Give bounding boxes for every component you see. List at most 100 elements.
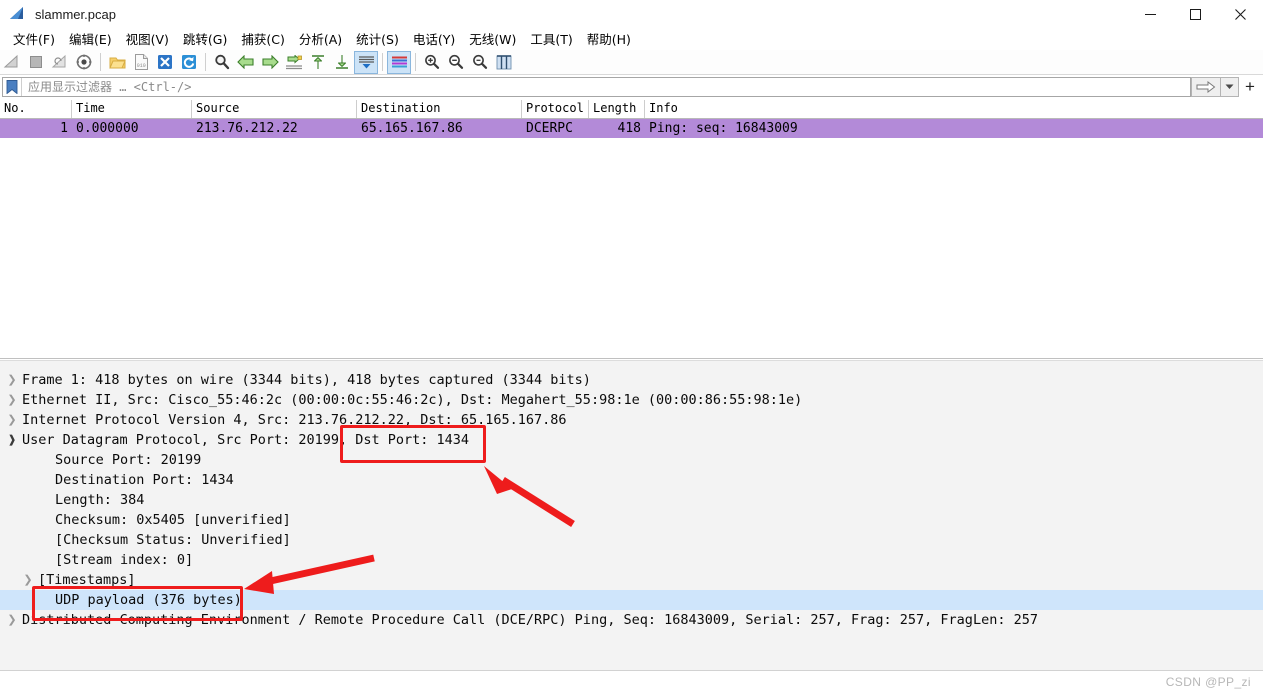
tree-row-label: Internet Protocol Version 4, Src: 213.76… <box>22 412 567 428</box>
find-packet-icon[interactable] <box>210 51 234 74</box>
start-capture-icon[interactable] <box>0 51 24 74</box>
search-input[interactable] <box>22 77 1190 97</box>
tree-row-udp[interactable]: ❱ User Datagram Protocol, Src Port: 2019… <box>0 430 1263 450</box>
tree-row-checksum[interactable]: ❯ Checksum: 0x5405 [unverified] <box>0 510 1263 530</box>
column-header-info[interactable]: Info <box>645 100 1245 118</box>
tree-row-label: Destination Port: 1434 <box>55 472 234 488</box>
display-filter-bar: + <box>0 76 1263 99</box>
chevron-right-icon[interactable]: ❯ <box>4 374 20 386</box>
footer-bar: CSDN @PP_zi <box>0 670 1263 700</box>
column-header-no[interactable]: No. <box>0 100 72 118</box>
restart-capture-icon[interactable] <box>48 51 72 74</box>
reload-icon[interactable] <box>177 51 201 74</box>
menu-view[interactable]: 视图(V) <box>119 27 176 51</box>
tree-row-label: UDP payload (376 bytes) <box>55 592 242 608</box>
go-to-packet-icon[interactable] <box>282 51 306 74</box>
tree-row-dcerpc[interactable]: ❯ Distributed Computing Environment / Re… <box>0 610 1263 630</box>
menu-bar: 文件(F) 编辑(E) 视图(V) 跳转(G) 捕获(C) 分析(A) 统计(S… <box>0 28 1263 50</box>
cell-info: Ping: seq: 16843009 <box>649 121 798 136</box>
resize-columns-icon[interactable] <box>492 51 516 74</box>
zoom-reset-icon[interactable] <box>468 51 492 74</box>
column-header-source[interactable]: Source <box>192 100 357 118</box>
menu-wireless[interactable]: 无线(W) <box>462 27 523 51</box>
menu-telephony[interactable]: 电话(Y) <box>406 27 462 51</box>
tree-row-checksum-status[interactable]: ❯ [Checksum Status: Unverified] <box>0 530 1263 550</box>
tree-row-label: [Checksum Status: Unverified] <box>55 532 291 548</box>
tree-row-source-port[interactable]: ❯ Source Port: 20199 <box>0 450 1263 470</box>
no-twist-icon: ❯ <box>22 515 38 526</box>
display-filter-field[interactable] <box>2 77 1191 97</box>
apply-filter-arrow-icon[interactable] <box>1191 77 1221 97</box>
toolbar-separator <box>415 53 416 71</box>
window-title: slammer.pcap <box>35 6 116 22</box>
column-header-length[interactable]: Length <box>589 100 645 118</box>
tree-row-label: [Timestamps] <box>38 572 136 588</box>
go-forward-icon[interactable] <box>258 51 282 74</box>
tree-row-label: Length: 384 <box>55 492 145 508</box>
cell-no: 1 <box>60 121 68 136</box>
colorize-icon[interactable] <box>387 50 411 74</box>
menu-statistics[interactable]: 统计(S) <box>349 27 406 51</box>
tree-row-label: [Stream index: 0] <box>55 552 194 568</box>
auto-scroll-icon[interactable] <box>354 50 378 74</box>
maximize-button[interactable] <box>1173 0 1218 28</box>
zoom-out-icon[interactable] <box>444 51 468 74</box>
wireshark-fin-icon <box>9 6 27 22</box>
chevron-right-icon[interactable]: ❯ <box>20 574 36 586</box>
cell-time: 0.000000 <box>76 121 139 136</box>
column-header-destination[interactable]: Destination <box>357 100 522 118</box>
stop-capture-icon[interactable] <box>24 51 48 74</box>
no-twist-icon: ❯ <box>22 555 38 566</box>
menu-edit[interactable]: 编辑(E) <box>62 27 119 51</box>
chevron-down-icon[interactable]: ❱ <box>4 434 20 446</box>
tree-row-label: Distributed Computing Environment / Remo… <box>22 612 1038 628</box>
cell-protocol: DCERPC <box>526 121 573 136</box>
go-back-icon[interactable] <box>234 51 258 74</box>
window-controls <box>1128 0 1263 28</box>
no-twist-icon: ❯ <box>22 595 38 606</box>
tree-row-ethernet[interactable]: ❯ Ethernet II, Src: Cisco_55:46:2c (00:0… <box>0 390 1263 410</box>
close-file-icon[interactable] <box>153 51 177 74</box>
tree-row-label: Frame 1: 418 bytes on wire (3344 bits), … <box>22 372 591 388</box>
menu-help[interactable]: 帮助(H) <box>580 27 638 51</box>
chevron-right-icon[interactable]: ❯ <box>4 414 20 426</box>
tree-row-label: User Datagram Protocol, Src Port: 20199,… <box>22 432 470 448</box>
packet-details-pane[interactable]: ❯ Frame 1: 418 bytes on wire (3344 bits)… <box>0 360 1263 670</box>
menu-capture[interactable]: 捕获(C) <box>234 27 291 51</box>
no-twist-icon: ❯ <box>22 495 38 506</box>
capture-options-icon[interactable] <box>72 51 96 74</box>
tree-row-label: Checksum: 0x5405 [unverified] <box>55 512 291 528</box>
zoom-in-icon[interactable] <box>420 51 444 74</box>
minimize-button[interactable] <box>1128 0 1173 28</box>
svg-text:010: 010 <box>136 63 145 69</box>
menu-tools[interactable]: 工具(T) <box>523 27 579 51</box>
column-header-time[interactable]: Time <box>72 100 192 118</box>
column-header-protocol[interactable]: Protocol <box>522 100 589 118</box>
tree-row-stream-index[interactable]: ❯ [Stream index: 0] <box>0 550 1263 570</box>
go-first-packet-icon[interactable] <box>306 51 330 74</box>
tree-row-length[interactable]: ❯ Length: 384 <box>0 490 1263 510</box>
tree-row-label: Ethernet II, Src: Cisco_55:46:2c (00:00:… <box>22 392 803 408</box>
close-button[interactable] <box>1218 0 1263 28</box>
menu-analyze[interactable]: 分析(A) <box>292 27 349 51</box>
tree-row-timestamps[interactable]: ❯ [Timestamps] <box>0 570 1263 590</box>
open-file-icon[interactable] <box>105 51 129 74</box>
tree-row-destination-port[interactable]: ❯ Destination Port: 1434 <box>0 470 1263 490</box>
chevron-right-icon[interactable]: ❯ <box>4 614 20 626</box>
save-file-icon[interactable]: 010 <box>129 51 153 74</box>
chevron-down-icon[interactable] <box>1221 77 1239 97</box>
chevron-right-icon[interactable]: ❯ <box>4 394 20 406</box>
filter-bookmark-icon[interactable] <box>3 78 22 96</box>
menu-go[interactable]: 跳转(G) <box>176 27 234 51</box>
table-row[interactable]: 1 0.000000 213.76.212.22 65.165.167.86 D… <box>0 119 1263 138</box>
packet-list-pane[interactable]: No. Time Source Destination Protocol Len… <box>0 100 1263 359</box>
plus-icon[interactable]: + <box>1241 77 1259 96</box>
go-last-packet-icon[interactable] <box>330 51 354 74</box>
pane-splitter[interactable] <box>0 360 1263 369</box>
tree-row-frame[interactable]: ❯ Frame 1: 418 bytes on wire (3344 bits)… <box>0 370 1263 390</box>
tree-row-ipv4[interactable]: ❯ Internet Protocol Version 4, Src: 213.… <box>0 410 1263 430</box>
toolbar-separator <box>205 53 206 71</box>
menu-file[interactable]: 文件(F) <box>6 27 62 51</box>
tree-row-udp-payload[interactable]: ❯ UDP payload (376 bytes) <box>0 590 1263 610</box>
cell-source: 213.76.212.22 <box>196 121 298 136</box>
